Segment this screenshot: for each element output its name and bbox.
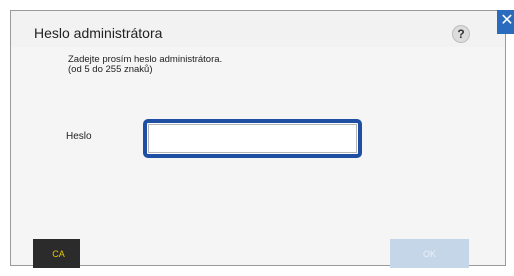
help-icon[interactable]: ? xyxy=(452,25,470,43)
password-input[interactable] xyxy=(143,119,362,158)
close-icon[interactable]: ✕ xyxy=(497,10,514,34)
ok-button[interactable]: OK xyxy=(390,239,469,268)
admin-password-dialog: Heslo administrátora ? ✕ Zadejte prosím … xyxy=(10,10,514,268)
password-label: Heslo xyxy=(66,131,92,142)
clear-all-button[interactable]: CA xyxy=(33,239,80,268)
instruction-length-hint: (od 5 do 255 znaků) xyxy=(68,64,153,75)
dialog-title-bar: Heslo administrátora ? xyxy=(11,11,505,47)
instructions: Zadejte prosím heslo administrátora. (od… xyxy=(68,55,222,75)
dialog-title: Heslo administrátora xyxy=(34,25,163,41)
